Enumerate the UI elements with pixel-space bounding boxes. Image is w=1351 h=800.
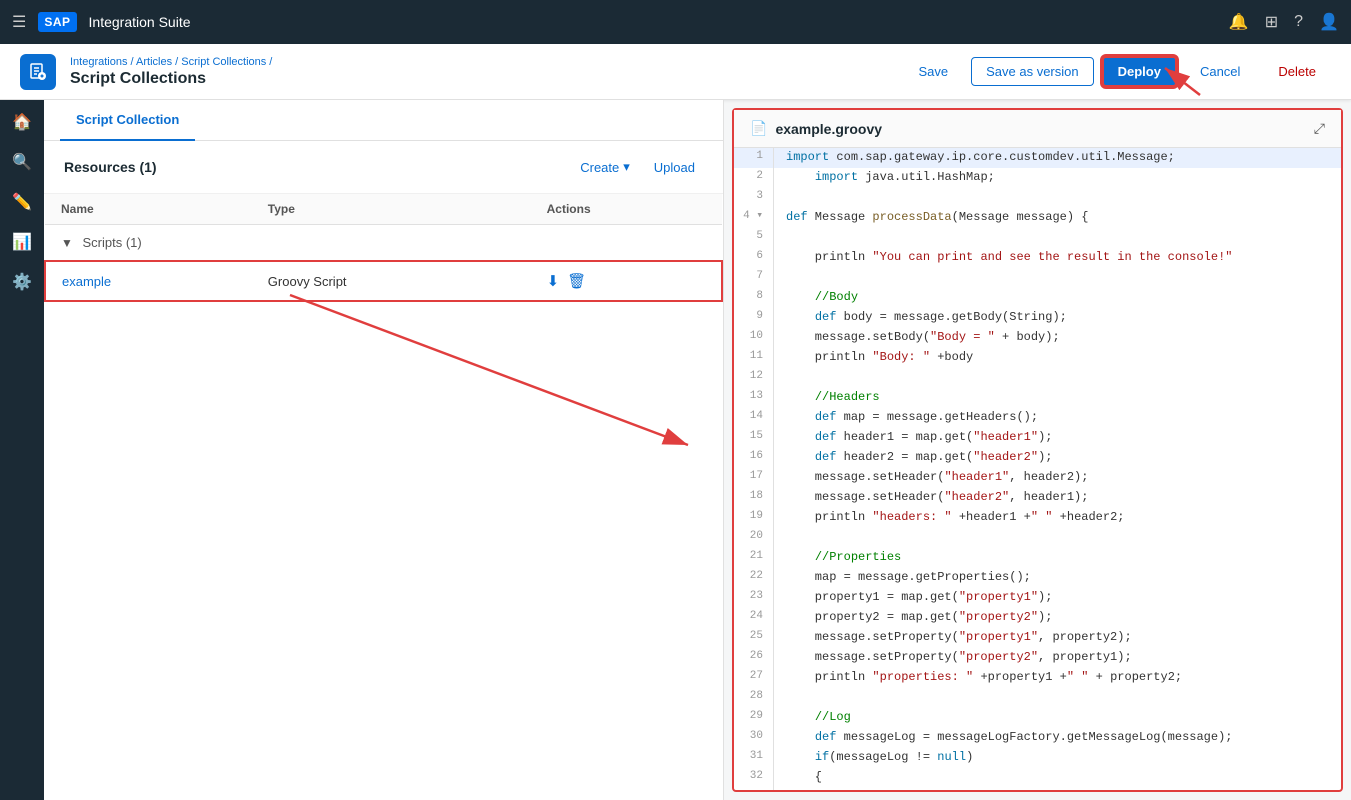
example-file-row[interactable]: example Groovy Script ⬇ 🗑 — [45, 261, 722, 301]
code-line-6: 6 println "You can print and see the res… — [734, 248, 1341, 268]
code-line-28: 28 — [734, 688, 1341, 708]
sap-logo: SAP — [38, 12, 76, 32]
code-line-19: 19 println "headers: " +header1 +" " +he… — [734, 508, 1341, 528]
expand-icon[interactable]: ⤢ — [1314, 120, 1325, 137]
code-line-21: 21 //Properties — [734, 548, 1341, 568]
chevron-collapse-icon[interactable]: ▼ — [61, 236, 73, 250]
save-as-version-button[interactable]: Save as version — [971, 57, 1094, 86]
code-line-12: 12 — [734, 368, 1341, 388]
code-line-18: 18 message.setHeader("header2", header1)… — [734, 488, 1341, 508]
edit-icon[interactable]: ✏️ — [12, 192, 32, 212]
left-panel: Script Collection Resources (1) Create ▾… — [44, 100, 724, 800]
home-icon[interactable]: 🏠 — [12, 112, 32, 132]
code-line-29: 29 //Log — [734, 708, 1341, 728]
code-line-4: 4 ▾ def Message processData(Message mess… — [734, 208, 1341, 228]
code-line-9: 9 def body = message.getBody(String); — [734, 308, 1341, 328]
create-button[interactable]: Create ▾ — [572, 155, 638, 179]
hamburger-menu-icon[interactable]: ☰ — [12, 12, 26, 32]
code-line-15: 15 def header1 = map.get("header1"); — [734, 428, 1341, 448]
code-line-16: 16 def header2 = map.get("header2"); — [734, 448, 1341, 468]
file-icon: 📄 — [750, 120, 767, 137]
code-line-25: 25 message.setProperty("property1", prop… — [734, 628, 1341, 648]
settings-icon[interactable]: ⚙️ — [12, 272, 32, 292]
code-line-11: 11 println "Body: " +body — [734, 348, 1341, 368]
resources-table: Name Type Actions ▼ Scripts (1) e — [44, 194, 723, 800]
cancel-button[interactable]: Cancel — [1185, 57, 1255, 86]
upload-button[interactable]: Upload — [646, 156, 703, 179]
chevron-down-icon: ▾ — [623, 159, 630, 175]
delete-button[interactable]: Delete — [1263, 57, 1331, 86]
chart-icon[interactable]: 📊 — [12, 232, 32, 252]
code-line-1: 1 import com.sap.gateway.ip.core.customd… — [734, 148, 1341, 168]
code-line-26: 26 message.setProperty("property2", prop… — [734, 648, 1341, 668]
breadcrumb-section: Integrations / Articles / Script Collect… — [70, 56, 272, 88]
user-icon[interactable]: 👤 — [1319, 12, 1339, 32]
code-line-24: 24 property2 = map.get("property2"); — [734, 608, 1341, 628]
code-line-5: 5 — [734, 228, 1341, 248]
resources-actions: Create ▾ Upload — [572, 155, 703, 179]
grid-icon[interactable]: ⊞ — [1265, 12, 1278, 32]
app-title: Integration Suite — [89, 14, 191, 30]
code-line-27: 27 println "properties: " +property1 +" … — [734, 668, 1341, 688]
code-line-13: 13 //Headers — [734, 388, 1341, 408]
editor-filename: 📄 example.groovy — [750, 120, 882, 137]
resources-header: Resources (1) Create ▾ Upload — [44, 141, 723, 194]
page-header: Integrations / Articles / Script Collect… — [20, 54, 903, 90]
col-type: Type — [252, 194, 531, 225]
deploy-button[interactable]: Deploy — [1102, 56, 1177, 87]
code-line-32: 32 ▾ { — [734, 768, 1341, 790]
code-line-17: 17 message.setHeader("header1", header2)… — [734, 468, 1341, 488]
scripts-group-row: ▼ Scripts (1) — [45, 225, 722, 262]
scripts-group-label: Scripts (1) — [83, 235, 142, 250]
code-line-3: 3 — [734, 188, 1341, 208]
help-icon[interactable]: ? — [1294, 13, 1303, 31]
action-bar: Integrations / Articles / Script Collect… — [0, 44, 1351, 100]
col-actions: Actions — [531, 194, 722, 225]
code-line-31: 31 if(messageLog != null) — [734, 748, 1341, 768]
code-editor-panel: 📄 example.groovy ⤢ 1 import com.sap.gate… — [732, 108, 1343, 792]
file-name-link[interactable]: example — [62, 274, 111, 289]
sidebar-icons: 🏠 🔍 ✏️ 📊 ⚙️ — [0, 100, 44, 800]
code-line-20: 20 — [734, 528, 1341, 548]
code-line-30: 30 def messageLog = messageLogFactory.ge… — [734, 728, 1341, 748]
action-buttons: Save Save as version Deploy Cancel Delet… — [903, 56, 1331, 87]
page-title: Script Collections — [70, 70, 272, 88]
page-icon — [20, 54, 56, 90]
notification-icon[interactable]: 🔔 — [1229, 12, 1249, 32]
code-line-14: 14 def map = message.getHeaders(); — [734, 408, 1341, 428]
code-line-7: 7 — [734, 268, 1341, 288]
file-name-cell: example — [45, 261, 252, 301]
code-line-2: 2 import java.util.HashMap; — [734, 168, 1341, 188]
tabs-bar: Script Collection — [44, 100, 723, 141]
file-actions: ⬇ 🗑 — [547, 272, 705, 290]
code-line-10: 10 message.setBody("Body = " + body); — [734, 328, 1341, 348]
code-line-22: 22 map = message.getProperties(); — [734, 568, 1341, 588]
code-line-23: 23 property1 = map.get("property1"); — [734, 588, 1341, 608]
top-navigation: ☰ SAP Integration Suite 🔔 ⊞ ? 👤 — [0, 0, 1351, 44]
code-editor-area[interactable]: 1 import com.sap.gateway.ip.core.customd… — [734, 148, 1341, 790]
editor-header: 📄 example.groovy ⤢ — [734, 110, 1341, 148]
code-line-8: 8 //Body — [734, 288, 1341, 308]
download-icon[interactable]: ⬇ — [547, 272, 560, 290]
save-button[interactable]: Save — [903, 57, 963, 86]
delete-file-icon[interactable]: 🗑 — [567, 272, 586, 290]
tab-script-collection[interactable]: Script Collection — [60, 100, 195, 141]
resources-title: Resources (1) — [64, 159, 157, 175]
breadcrumb: Integrations / Articles / Script Collect… — [70, 56, 272, 68]
file-actions-cell: ⬇ 🗑 — [531, 261, 722, 301]
col-name: Name — [45, 194, 252, 225]
search-icon[interactable]: 🔍 — [12, 152, 32, 172]
file-type-cell: Groovy Script — [252, 261, 531, 301]
main-layout: 🏠 🔍 ✏️ 📊 ⚙️ Script Collection Resources … — [0, 100, 1351, 800]
